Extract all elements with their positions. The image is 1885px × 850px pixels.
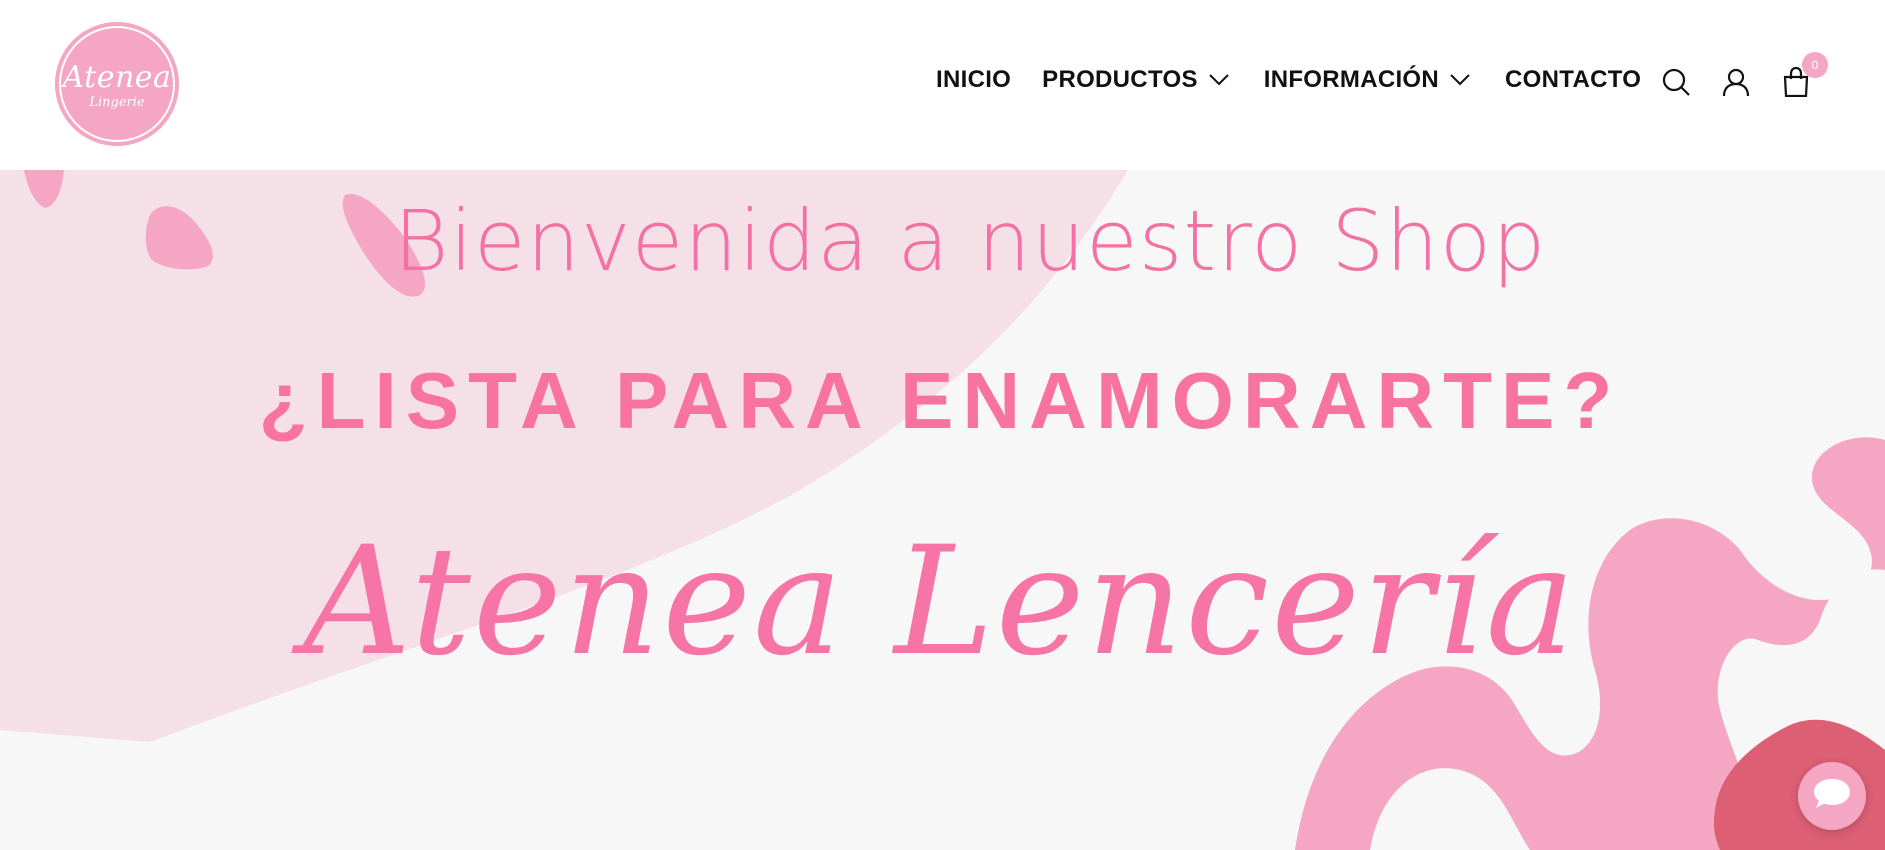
- hero-headline: ¿LISTA PARA ENAMORARTE?: [258, 356, 1622, 445]
- nav-item-label: CONTACTO: [1505, 66, 1642, 93]
- logo-subtitle: Lingerie: [89, 95, 145, 110]
- shopping-bag-icon[interactable]: 0: [1780, 52, 1828, 98]
- hero-banner: Bienvenida a nuestro Shop ¿LISTA PARA EN…: [0, 170, 1885, 850]
- site-header: Atenea Lingerie INICIO PRODUCTOS INFORMA…: [0, 0, 1885, 170]
- chat-button[interactable]: [1798, 762, 1866, 830]
- hero-script-title: Atenea Lencería: [302, 515, 1578, 689]
- search-icon[interactable]: [1660, 66, 1692, 98]
- logo-title: Atenea: [62, 60, 172, 95]
- nav-item-label: PRODUCTOS: [1042, 66, 1198, 93]
- nav-item-label: INFORMACIÓN: [1263, 66, 1440, 93]
- hero-welcome-text: Bienvenida a nuestro Shop: [393, 192, 1547, 290]
- brand-logo[interactable]: Atenea Lingerie: [55, 22, 179, 146]
- header-actions: 0: [1660, 52, 1828, 98]
- chat-bubble-icon: [1812, 776, 1852, 816]
- user-icon[interactable]: [1720, 66, 1752, 98]
- chevron-down-icon: [1449, 66, 1471, 94]
- nav-item-productos[interactable]: PRODUCTOS: [1042, 66, 1230, 94]
- chevron-down-icon: [1208, 66, 1230, 94]
- nav-item-informacion[interactable]: INFORMACIÓN: [1264, 66, 1471, 94]
- nav-item-contacto[interactable]: CONTACTO: [1505, 66, 1641, 94]
- main-nav: INICIO PRODUCTOS INFORMACIÓN CONTACTO: [936, 66, 1641, 94]
- nav-item-label: INICIO: [936, 66, 1012, 93]
- nav-item-inicio[interactable]: INICIO: [936, 66, 1011, 94]
- cart-count-badge: 0: [1802, 52, 1828, 78]
